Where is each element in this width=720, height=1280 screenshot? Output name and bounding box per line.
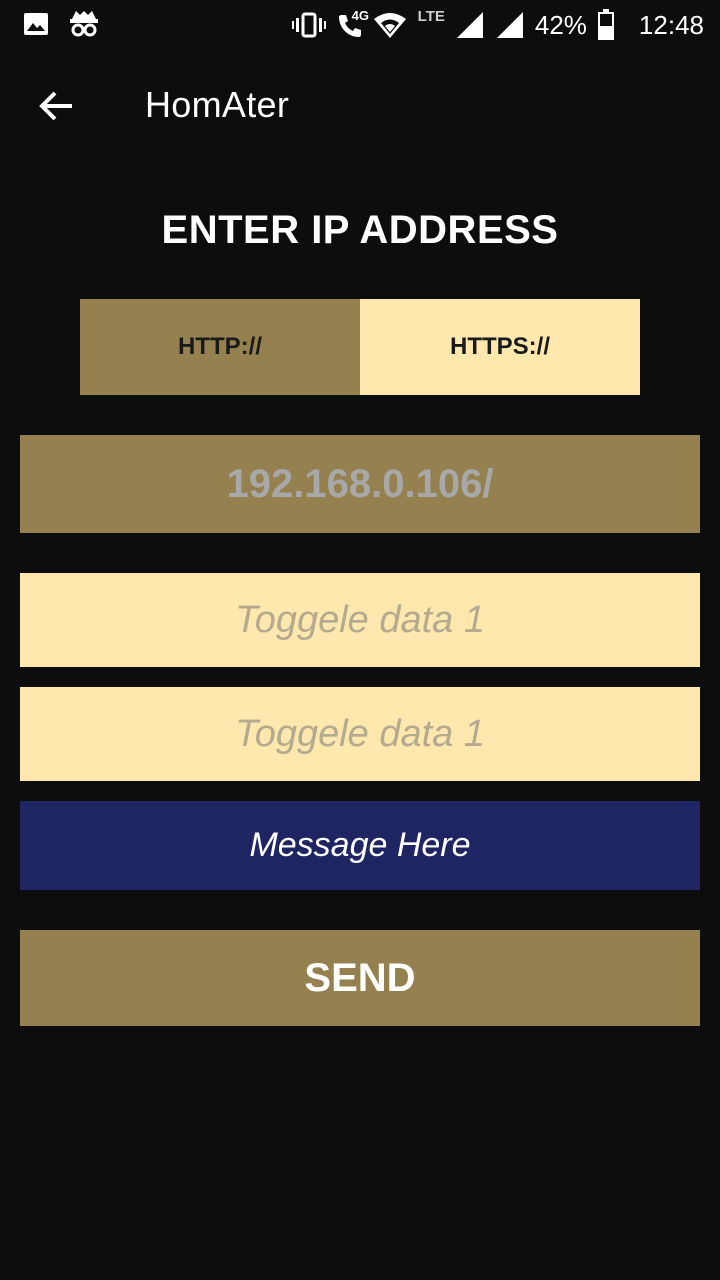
- page-heading: ENTER IP ADDRESS: [161, 208, 559, 252]
- battery-icon: [597, 9, 615, 41]
- http-button[interactable]: HTTP://: [80, 299, 360, 395]
- send-button[interactable]: SEND: [20, 930, 700, 1026]
- app-bar: HomAter: [0, 56, 720, 156]
- toggle-data-input-1[interactable]: [20, 573, 700, 667]
- clock: 12:48: [638, 9, 704, 40]
- arrow-back-icon: [38, 90, 74, 122]
- back-button[interactable]: [32, 82, 80, 130]
- status-bar-left: [22, 9, 100, 39]
- battery-percentage: 42%: [534, 9, 587, 40]
- incognito-icon: [68, 9, 100, 39]
- ip-address-input[interactable]: [20, 435, 700, 533]
- toggle-data-input-2[interactable]: [20, 687, 700, 781]
- image-icon: [22, 10, 50, 38]
- wifi-icon: [372, 11, 408, 39]
- volte-call-icon: 4G: [336, 8, 369, 38]
- lte-label: LTE: [417, 7, 445, 25]
- vibrate-icon: [291, 12, 326, 38]
- app-title: HomAter: [145, 84, 290, 125]
- status-bar: 4G LTE 42% 12:48: [0, 0, 720, 50]
- status-bar-right: 4G LTE 42% 12:48: [291, 6, 704, 44]
- network-label: 4G: [351, 8, 369, 23]
- signal-icon: [495, 10, 525, 40]
- message-input[interactable]: [20, 801, 700, 890]
- signal-icon: [455, 10, 485, 40]
- https-button[interactable]: HTTPS://: [360, 299, 640, 395]
- protocol-toggle: HTTP:// HTTPS://: [80, 299, 640, 395]
